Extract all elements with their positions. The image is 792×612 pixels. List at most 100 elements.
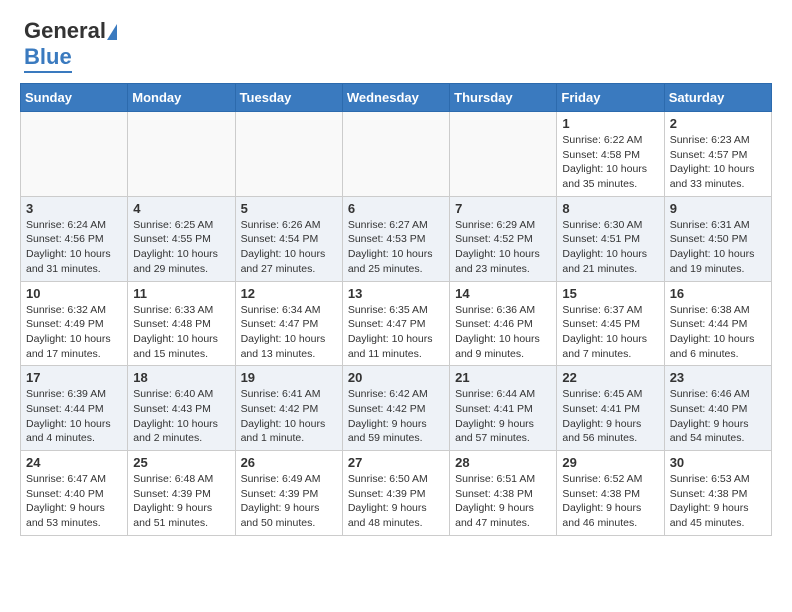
logo-general-text: General	[24, 18, 106, 44]
day-number: 27	[348, 455, 444, 470]
calendar-day-cell: 29 Sunrise: 6:52 AM Sunset: 4:38 PM Dayli…	[557, 451, 664, 536]
day-number: 18	[133, 370, 229, 385]
calendar-day-cell: 4 Sunrise: 6:25 AM Sunset: 4:55 PM Daylig…	[128, 196, 235, 281]
day-number: 21	[455, 370, 551, 385]
calendar-day-cell: 14Sunrise: 6:36 AM Sunset: 4:46 PM Dayli…	[450, 281, 557, 366]
day-number: 8	[562, 201, 658, 216]
day-info: Sunrise: 6:26 AM Sunset: 4:54 PM Dayligh…	[241, 218, 337, 277]
calendar-day-cell: 10 Sunrise: 6:32 AM Sunset: 4:49 PM Dayli…	[21, 281, 128, 366]
day-info: Sunrise: 6:51 AM Sunset: 4:38 PM Dayligh…	[455, 472, 551, 531]
day-info: Sunrise: 6:37 AM Sunset: 4:45 PM Dayligh…	[562, 303, 658, 362]
day-number: 17	[26, 370, 122, 385]
day-info: Sunrise: 6:40 AM Sunset: 4:43 PM Dayligh…	[133, 387, 229, 446]
day-number: 1	[562, 116, 658, 131]
calendar-day-cell: 18 Sunrise: 6:40 AM Sunset: 4:43 PM Dayli…	[128, 366, 235, 451]
day-info: Sunrise: 6:23 AM Sunset: 4:57 PM Dayligh…	[670, 133, 766, 192]
day-number: 4	[133, 201, 229, 216]
calendar-day-cell: 16 Sunrise: 6:38 AM Sunset: 4:44 PM Dayli…	[664, 281, 771, 366]
calendar-day-cell: 7Sunrise: 6:29 AM Sunset: 4:52 PM Daylig…	[450, 196, 557, 281]
calendar-day-cell: 28 Sunrise: 6:51 AM Sunset: 4:38 PM Dayli…	[450, 451, 557, 536]
day-number: 23	[670, 370, 766, 385]
day-info: Sunrise: 6:24 AM Sunset: 4:56 PM Dayligh…	[26, 218, 122, 277]
day-info: Sunrise: 6:32 AM Sunset: 4:49 PM Dayligh…	[26, 303, 122, 362]
weekday-header-row: SundayMondayTuesdayWednesdayThursdayFrid…	[21, 84, 772, 112]
day-info: Sunrise: 6:31 AM Sunset: 4:50 PM Dayligh…	[670, 218, 766, 277]
day-number: 10	[26, 286, 122, 301]
calendar-day-cell	[128, 112, 235, 197]
day-number: 30	[670, 455, 766, 470]
day-number: 24	[26, 455, 122, 470]
day-info: Sunrise: 6:22 AM Sunset: 4:58 PM Dayligh…	[562, 133, 658, 192]
weekday-header-sunday: Sunday	[21, 84, 128, 112]
calendar-day-cell: 24 Sunrise: 6:47 AM Sunset: 4:40 PM Dayli…	[21, 451, 128, 536]
calendar-day-cell: 1 Sunrise: 6:22 AM Sunset: 4:58 PM Daylig…	[557, 112, 664, 197]
calendar-day-cell: 13Sunrise: 6:35 AM Sunset: 4:47 PM Dayli…	[342, 281, 449, 366]
calendar-day-cell: 5 Sunrise: 6:26 AM Sunset: 4:54 PM Daylig…	[235, 196, 342, 281]
day-number: 11	[133, 286, 229, 301]
weekday-header-monday: Monday	[128, 84, 235, 112]
calendar-day-cell: 3Sunrise: 6:24 AM Sunset: 4:56 PM Daylig…	[21, 196, 128, 281]
weekday-header-thursday: Thursday	[450, 84, 557, 112]
calendar-day-cell: 20 Sunrise: 6:42 AM Sunset: 4:42 PM Dayli…	[342, 366, 449, 451]
calendar-day-cell: 27 Sunrise: 6:50 AM Sunset: 4:39 PM Dayli…	[342, 451, 449, 536]
calendar-day-cell	[342, 112, 449, 197]
day-number: 19	[241, 370, 337, 385]
day-number: 9	[670, 201, 766, 216]
calendar-day-cell: 23 Sunrise: 6:46 AM Sunset: 4:40 PM Dayli…	[664, 366, 771, 451]
logo-triangle-icon	[107, 24, 117, 40]
calendar-day-cell	[450, 112, 557, 197]
calendar-day-cell: 11Sunrise: 6:33 AM Sunset: 4:48 PM Dayli…	[128, 281, 235, 366]
calendar-table: SundayMondayTuesdayWednesdayThursdayFrid…	[20, 83, 772, 536]
calendar-week-5: 24 Sunrise: 6:47 AM Sunset: 4:40 PM Dayli…	[21, 451, 772, 536]
calendar-day-cell: 21 Sunrise: 6:44 AM Sunset: 4:41 PM Dayli…	[450, 366, 557, 451]
day-info: Sunrise: 6:50 AM Sunset: 4:39 PM Dayligh…	[348, 472, 444, 531]
day-info: Sunrise: 6:39 AM Sunset: 4:44 PM Dayligh…	[26, 387, 122, 446]
logo: General Blue	[24, 18, 117, 73]
calendar-day-cell: 17 Sunrise: 6:39 AM Sunset: 4:44 PM Dayli…	[21, 366, 128, 451]
day-info: Sunrise: 6:34 AM Sunset: 4:47 PM Dayligh…	[241, 303, 337, 362]
day-number: 16	[670, 286, 766, 301]
day-info: Sunrise: 6:45 AM Sunset: 4:41 PM Dayligh…	[562, 387, 658, 446]
day-number: 25	[133, 455, 229, 470]
day-number: 28	[455, 455, 551, 470]
page-header: General Blue	[0, 0, 792, 83]
day-number: 5	[241, 201, 337, 216]
day-info: Sunrise: 6:49 AM Sunset: 4:39 PM Dayligh…	[241, 472, 337, 531]
calendar-day-cell: 15 Sunrise: 6:37 AM Sunset: 4:45 PM Dayli…	[557, 281, 664, 366]
day-info: Sunrise: 6:46 AM Sunset: 4:40 PM Dayligh…	[670, 387, 766, 446]
calendar-day-cell: 30 Sunrise: 6:53 AM Sunset: 4:38 PM Dayli…	[664, 451, 771, 536]
calendar-day-cell: 25Sunrise: 6:48 AM Sunset: 4:39 PM Dayli…	[128, 451, 235, 536]
day-info: Sunrise: 6:42 AM Sunset: 4:42 PM Dayligh…	[348, 387, 444, 446]
day-info: Sunrise: 6:52 AM Sunset: 4:38 PM Dayligh…	[562, 472, 658, 531]
day-number: 15	[562, 286, 658, 301]
day-number: 12	[241, 286, 337, 301]
day-number: 14	[455, 286, 551, 301]
calendar-day-cell: 19 Sunrise: 6:41 AM Sunset: 4:42 PM Dayli…	[235, 366, 342, 451]
calendar-wrapper: SundayMondayTuesdayWednesdayThursdayFrid…	[0, 83, 792, 546]
day-number: 20	[348, 370, 444, 385]
weekday-header-tuesday: Tuesday	[235, 84, 342, 112]
day-info: Sunrise: 6:41 AM Sunset: 4:42 PM Dayligh…	[241, 387, 337, 446]
calendar-week-1: 1 Sunrise: 6:22 AM Sunset: 4:58 PM Daylig…	[21, 112, 772, 197]
day-info: Sunrise: 6:25 AM Sunset: 4:55 PM Dayligh…	[133, 218, 229, 277]
day-number: 29	[562, 455, 658, 470]
calendar-day-cell	[21, 112, 128, 197]
logo-underline	[24, 71, 72, 73]
day-info: Sunrise: 6:27 AM Sunset: 4:53 PM Dayligh…	[348, 218, 444, 277]
day-info: Sunrise: 6:35 AM Sunset: 4:47 PM Dayligh…	[348, 303, 444, 362]
day-info: Sunrise: 6:47 AM Sunset: 4:40 PM Dayligh…	[26, 472, 122, 531]
day-info: Sunrise: 6:30 AM Sunset: 4:51 PM Dayligh…	[562, 218, 658, 277]
day-info: Sunrise: 6:38 AM Sunset: 4:44 PM Dayligh…	[670, 303, 766, 362]
calendar-day-cell: 9 Sunrise: 6:31 AM Sunset: 4:50 PM Daylig…	[664, 196, 771, 281]
calendar-day-cell: 22 Sunrise: 6:45 AM Sunset: 4:41 PM Dayli…	[557, 366, 664, 451]
day-info: Sunrise: 6:53 AM Sunset: 4:38 PM Dayligh…	[670, 472, 766, 531]
logo-blue-text: Blue	[24, 44, 72, 70]
day-number: 2	[670, 116, 766, 131]
calendar-week-4: 17 Sunrise: 6:39 AM Sunset: 4:44 PM Dayli…	[21, 366, 772, 451]
calendar-day-cell: 2 Sunrise: 6:23 AM Sunset: 4:57 PM Daylig…	[664, 112, 771, 197]
calendar-week-2: 3Sunrise: 6:24 AM Sunset: 4:56 PM Daylig…	[21, 196, 772, 281]
calendar-body: 1 Sunrise: 6:22 AM Sunset: 4:58 PM Daylig…	[21, 112, 772, 536]
day-number: 22	[562, 370, 658, 385]
weekday-header-friday: Friday	[557, 84, 664, 112]
day-info: Sunrise: 6:44 AM Sunset: 4:41 PM Dayligh…	[455, 387, 551, 446]
